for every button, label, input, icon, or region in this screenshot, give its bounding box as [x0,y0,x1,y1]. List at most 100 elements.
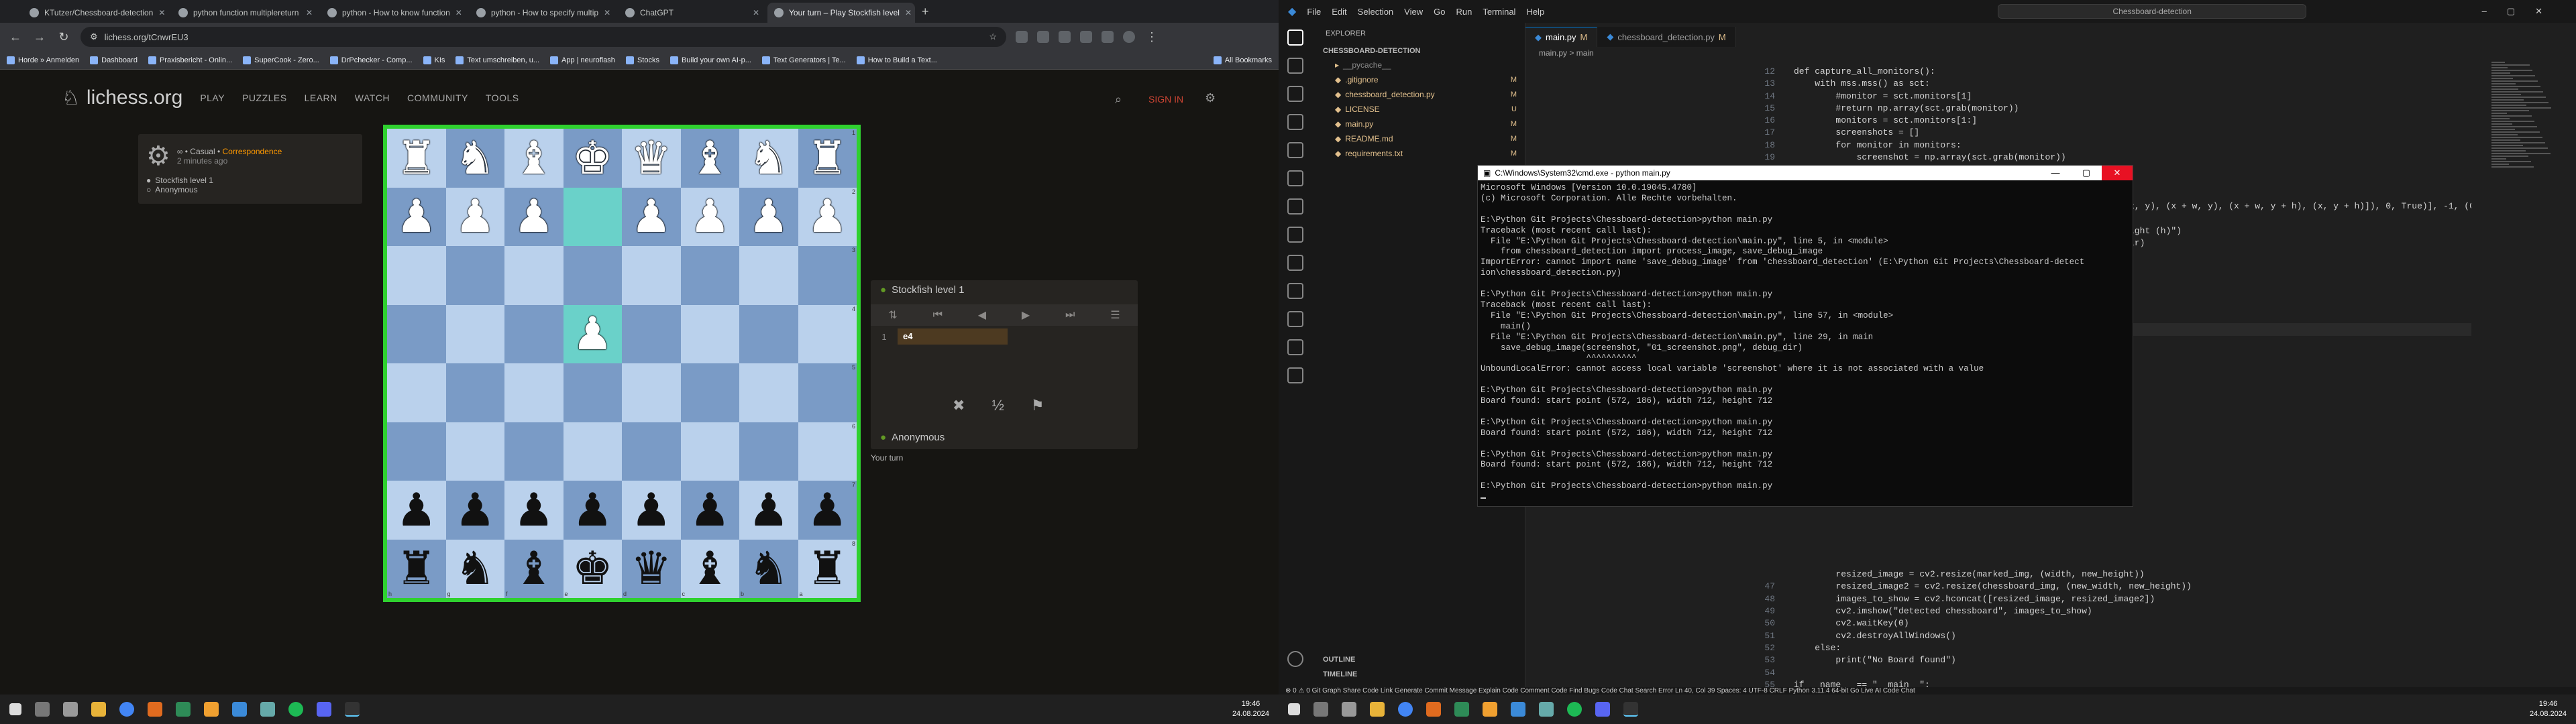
nav-puzzles[interactable]: PUZZLES [242,93,287,103]
board-square[interactable]: ♟ [680,187,739,246]
sign-in-link[interactable]: SIGN IN [1148,94,1183,105]
board-square[interactable]: ♜ 8 a [798,539,857,598]
last-move-icon[interactable]: ⏭ [1065,309,1075,321]
code-line[interactable]: resized_image2 = cv2.resize(chessboard_i… [1794,581,2471,593]
settings-gear-icon[interactable]: ⚙ [1205,91,1216,105]
board-square[interactable] [622,363,681,422]
bookmark-item[interactable]: SuperCook - Zero... [243,56,319,64]
move-white[interactable]: e4 [898,328,1008,345]
breadcrumb[interactable]: main.py > main [1539,48,1594,58]
code-line[interactable]: with mss.mss() as sct: [1794,78,2471,90]
board-square[interactable]: ♟ [445,187,504,246]
bookmark-item[interactable]: Praxisbericht - Onlin... [148,56,232,64]
menu-selection[interactable]: Selection [1358,7,1393,17]
extension-icon[interactable] [1059,31,1071,43]
chess-piece[interactable]: ♟ [748,487,789,533]
board-square[interactable]: ♟ [563,481,622,540]
ai-chat-icon[interactable] [1287,311,1303,327]
menu-go[interactable]: Go [1434,7,1445,17]
board-square[interactable]: ♜ [387,129,446,188]
board-square[interactable] [563,246,622,305]
file-item[interactable]: ◆ main.py M [1312,117,1525,131]
top-player-name[interactable]: Stockfish level 1 [892,284,964,296]
chess-piece[interactable]: ♚ [572,135,613,181]
file-item[interactable]: ◆ README.md M [1312,131,1525,146]
menu-edit[interactable]: Edit [1332,7,1346,17]
bookmark-item[interactable]: Dashboard [90,56,138,64]
chess-piece[interactable]: ♞ [455,546,496,591]
draw-offer-button[interactable]: ½ [991,397,1004,414]
cmd-window[interactable]: ▣ C:\Windows\System32\cmd.exe - python m… [1477,165,2133,507]
board-square[interactable]: ♞ [445,129,504,188]
menu-help[interactable]: Help [1526,7,1544,17]
board-square[interactable]: ♟ [739,187,798,246]
board-square[interactable]: ♟ [680,481,739,540]
board-square[interactable] [445,246,504,305]
board-square[interactable] [504,422,564,481]
chess-piece[interactable]: ♟ [455,487,496,533]
chess-piece[interactable]: ♟ [690,487,731,533]
spotify-icon[interactable] [288,702,303,717]
code-line[interactable] [1794,667,2471,679]
board-square[interactable] [504,363,564,422]
browser-tab[interactable]: KTutzer/Chessboard-detection ✕ [23,3,170,23]
chess-piece[interactable]: ♞ [748,135,789,181]
extension-icon[interactable] [1102,31,1114,43]
search-taskbar-icon[interactable] [1313,702,1328,717]
bottom-player-name[interactable]: Anonymous [892,432,945,443]
board-square[interactable] [622,304,681,363]
chess-piece[interactable]: ♟ [396,487,437,533]
bookmark-item[interactable]: Text Generators | Te... [761,56,846,64]
file-item[interactable]: ◆ .gitignore M [1312,72,1525,87]
git-graph-icon[interactable] [1287,283,1303,299]
board-square[interactable]: 5 [798,363,857,422]
search-icon[interactable] [1287,58,1303,74]
chess-piece[interactable]: ♜ [396,546,437,591]
bookmark-item[interactable]: KIs [423,56,445,64]
code-line[interactable]: cv2.imshow("detected chessboard", images… [1794,605,2471,617]
bookmark-item[interactable]: All Bookmarks [1213,56,1272,64]
file-item[interactable]: ◆ chessboard_detection.py M [1312,87,1525,102]
black-player[interactable]: Anonymous [155,185,197,194]
spotify-icon[interactable] [1567,702,1582,717]
browser-tab[interactable]: Your turn – Play Stockfish level ✕ [767,3,915,23]
board-square[interactable]: ♚ [563,129,622,188]
source-control-icon[interactable] [1287,86,1303,102]
code-line[interactable]: resized_image = cv2.resize(marked_img, (… [1794,568,2471,581]
board-square[interactable]: ♞ g [445,539,504,598]
star-icon[interactable]: ☆ [989,32,997,42]
board-square[interactable]: ♜ 1 [798,129,857,188]
checklist-icon[interactable] [1287,227,1303,243]
browser-tab[interactable]: ChatGPT ✕ [619,3,766,23]
nav-learn[interactable]: LEARN [305,93,337,103]
board-square[interactable] [445,422,504,481]
code-line[interactable]: for monitor in monitors: [1794,139,2471,152]
bookmark-item[interactable]: DrPchecker - Comp... [329,56,413,64]
code-line[interactable] [1794,520,2471,532]
start-icon[interactable] [9,703,21,715]
bookmark-item[interactable]: How to Build a Text... [856,56,937,64]
code-line[interactable]: #monitor = sct.monitors[1] [1794,90,2471,103]
vscode-icon[interactable] [1511,702,1525,717]
code-line[interactable]: monitors = sct.monitors[1:] [1794,115,2471,127]
board-square[interactable]: ♝ [504,129,564,188]
board-square[interactable] [739,304,798,363]
board-square[interactable]: ♛ d [622,539,681,598]
tab-main-py[interactable]: ◆ main.py M [1525,27,1598,47]
chrome-icon[interactable] [119,702,134,717]
app-icon[interactable] [176,702,191,717]
explorer-files-icon[interactable] [1287,29,1303,46]
chess-piece[interactable]: ♝ [690,135,731,181]
file-item[interactable]: ▸ __pycache__ [1312,58,1525,72]
minimap[interactable] [2491,62,2565,196]
board-square[interactable]: ♞ b [739,539,798,598]
profile-icon[interactable] [1123,31,1135,43]
maximize-button[interactable]: ▢ [2071,166,2102,180]
testing-flask-icon[interactable] [1287,170,1303,186]
board-square[interactable]: ♟ [739,481,798,540]
board-square[interactable]: ♟ [504,187,564,246]
chess-piece[interactable]: ♟ [807,194,848,239]
extension-icon[interactable] [1080,31,1092,43]
rocket-icon[interactable] [1287,367,1303,383]
tab-close-icon[interactable]: ✕ [905,8,912,17]
